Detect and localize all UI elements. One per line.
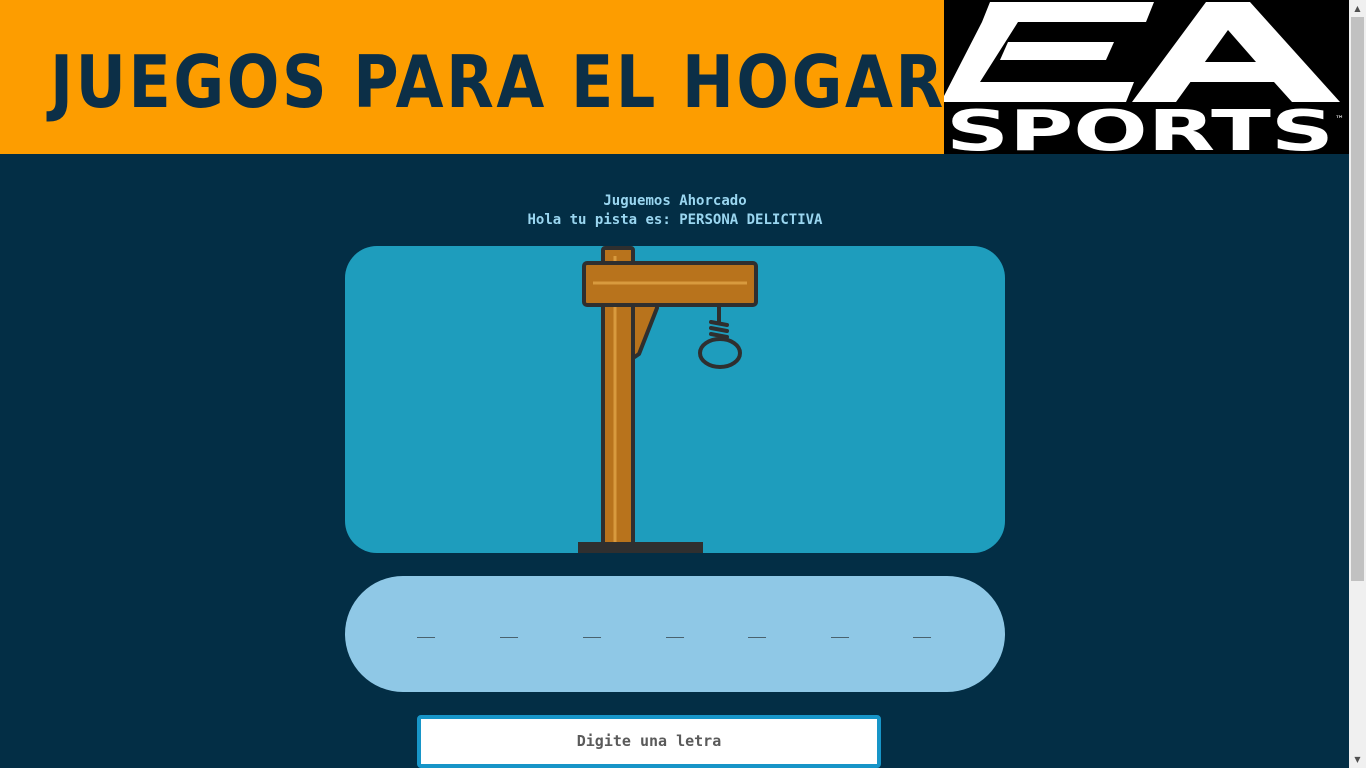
ea-logo-icon: SPORTS ™ [944,2,1344,154]
letter-slot-2: __ [500,620,519,638]
letter-slot-1: __ [417,620,436,638]
ea-sports-logo: SPORTS ™ [944,0,1349,154]
game-heading: Juguemos Ahorcado [603,193,747,209]
scroll-down-icon[interactable]: ▼ [1349,751,1366,768]
trademark-symbol: ™ [1335,115,1344,125]
site-header: JUEGOS PARA EL HOGAR SPORTS ™ [0,0,1349,154]
gallows-icon [578,246,758,553]
page: JUEGOS PARA EL HOGAR SPORTS ™ Juguemos A… [0,0,1349,768]
letter-slot-6: __ [831,620,850,638]
gallows-panel [345,246,1005,553]
game-intro: Juguemos Ahorcado Hola tu pista es: PERS… [345,192,1005,230]
title-banner: JUEGOS PARA EL HOGAR [0,0,944,154]
letter-slot-5: __ [748,620,767,638]
scrollbar-thumb[interactable] [1351,17,1364,581]
letter-input[interactable] [417,715,881,768]
site-title: JUEGOS PARA EL HOGAR [50,40,946,124]
letter-slot-4: __ [666,620,685,638]
vertical-scrollbar[interactable]: ▲ ▼ [1349,0,1366,768]
scroll-up-icon[interactable]: ▲ [1349,0,1366,17]
hint-text: Hola tu pista es: PERSONA DELICTIVA [527,212,823,228]
letter-slot-3: __ [583,620,602,638]
ea-sports-wordmark: SPORTS [946,99,1334,154]
letter-slot-7: __ [913,620,932,638]
